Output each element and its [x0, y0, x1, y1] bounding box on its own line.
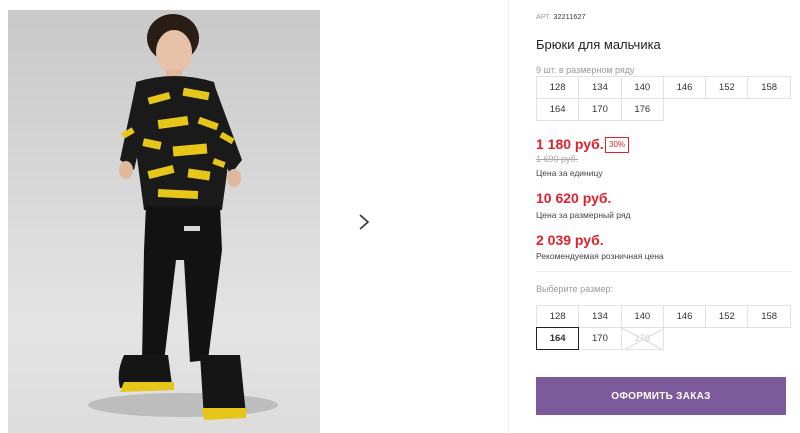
- discount-badge: 30%: [605, 137, 630, 153]
- unit-price: 1 180 руб.: [536, 136, 604, 152]
- recommended-price: 2 039 руб.: [536, 232, 604, 248]
- chevron-right-icon: [359, 214, 370, 230]
- size-option-164-selected[interactable]: 164: [536, 327, 580, 350]
- range-price-label: Цена за размерный ряд: [536, 210, 631, 220]
- size-range-cell: 170: [578, 98, 622, 121]
- size-range-cell: 164: [536, 98, 580, 121]
- unit-price-label: Цена за единицу: [536, 168, 603, 178]
- article-value: 32211627: [553, 14, 586, 21]
- range-price: 10 620 руб.: [536, 190, 612, 206]
- recommended-price-label: Рекомендуемая розничная цена: [536, 251, 664, 261]
- article-number: АРТ. 32211627: [536, 14, 586, 21]
- size-option-176-unavailable: 176: [620, 327, 664, 350]
- size-picker-caption: Выберите размер:: [536, 284, 613, 294]
- size-option-158[interactable]: 158: [747, 305, 791, 328]
- product-title: Брюки для мальчика: [536, 37, 661, 52]
- size-range-caption: 9 шт. в размерном ряду: [536, 65, 635, 75]
- size-range-cell: 158: [747, 76, 791, 99]
- size-range-cell: 146: [662, 76, 707, 99]
- panel-divider: [508, 0, 509, 433]
- old-price: 1 690 руб.: [536, 154, 579, 164]
- place-order-button[interactable]: ОФОРМИТЬ ЗАКАЗ: [536, 377, 786, 415]
- size-range-cell: 152: [705, 76, 749, 99]
- size-option-134[interactable]: 134: [578, 305, 622, 328]
- size-option-170[interactable]: 170: [578, 327, 622, 350]
- size-range-grid: 128 134 140 146 152 158 164 170 176: [536, 76, 791, 121]
- unavailable-cross-icon: [621, 328, 663, 349]
- size-range-cell: 128: [536, 76, 580, 99]
- size-picker-grid: 128 134 140 146 152 158 164 170 176: [536, 305, 791, 350]
- boy-figure-illustration: [88, 14, 278, 420]
- size-option-146[interactable]: 146: [662, 305, 707, 328]
- size-range-cell: 140: [620, 76, 664, 99]
- size-range-cell: 134: [578, 76, 622, 99]
- article-label: АРТ.: [536, 14, 552, 21]
- size-option-152[interactable]: 152: [705, 305, 749, 328]
- size-range-cell: 176: [620, 98, 664, 121]
- size-option-140[interactable]: 140: [620, 305, 664, 328]
- product-photo[interactable]: [8, 10, 320, 433]
- size-option-128[interactable]: 128: [536, 305, 580, 328]
- section-divider: [536, 271, 792, 272]
- product-gallery: [8, 10, 508, 433]
- next-image-button[interactable]: [344, 202, 384, 242]
